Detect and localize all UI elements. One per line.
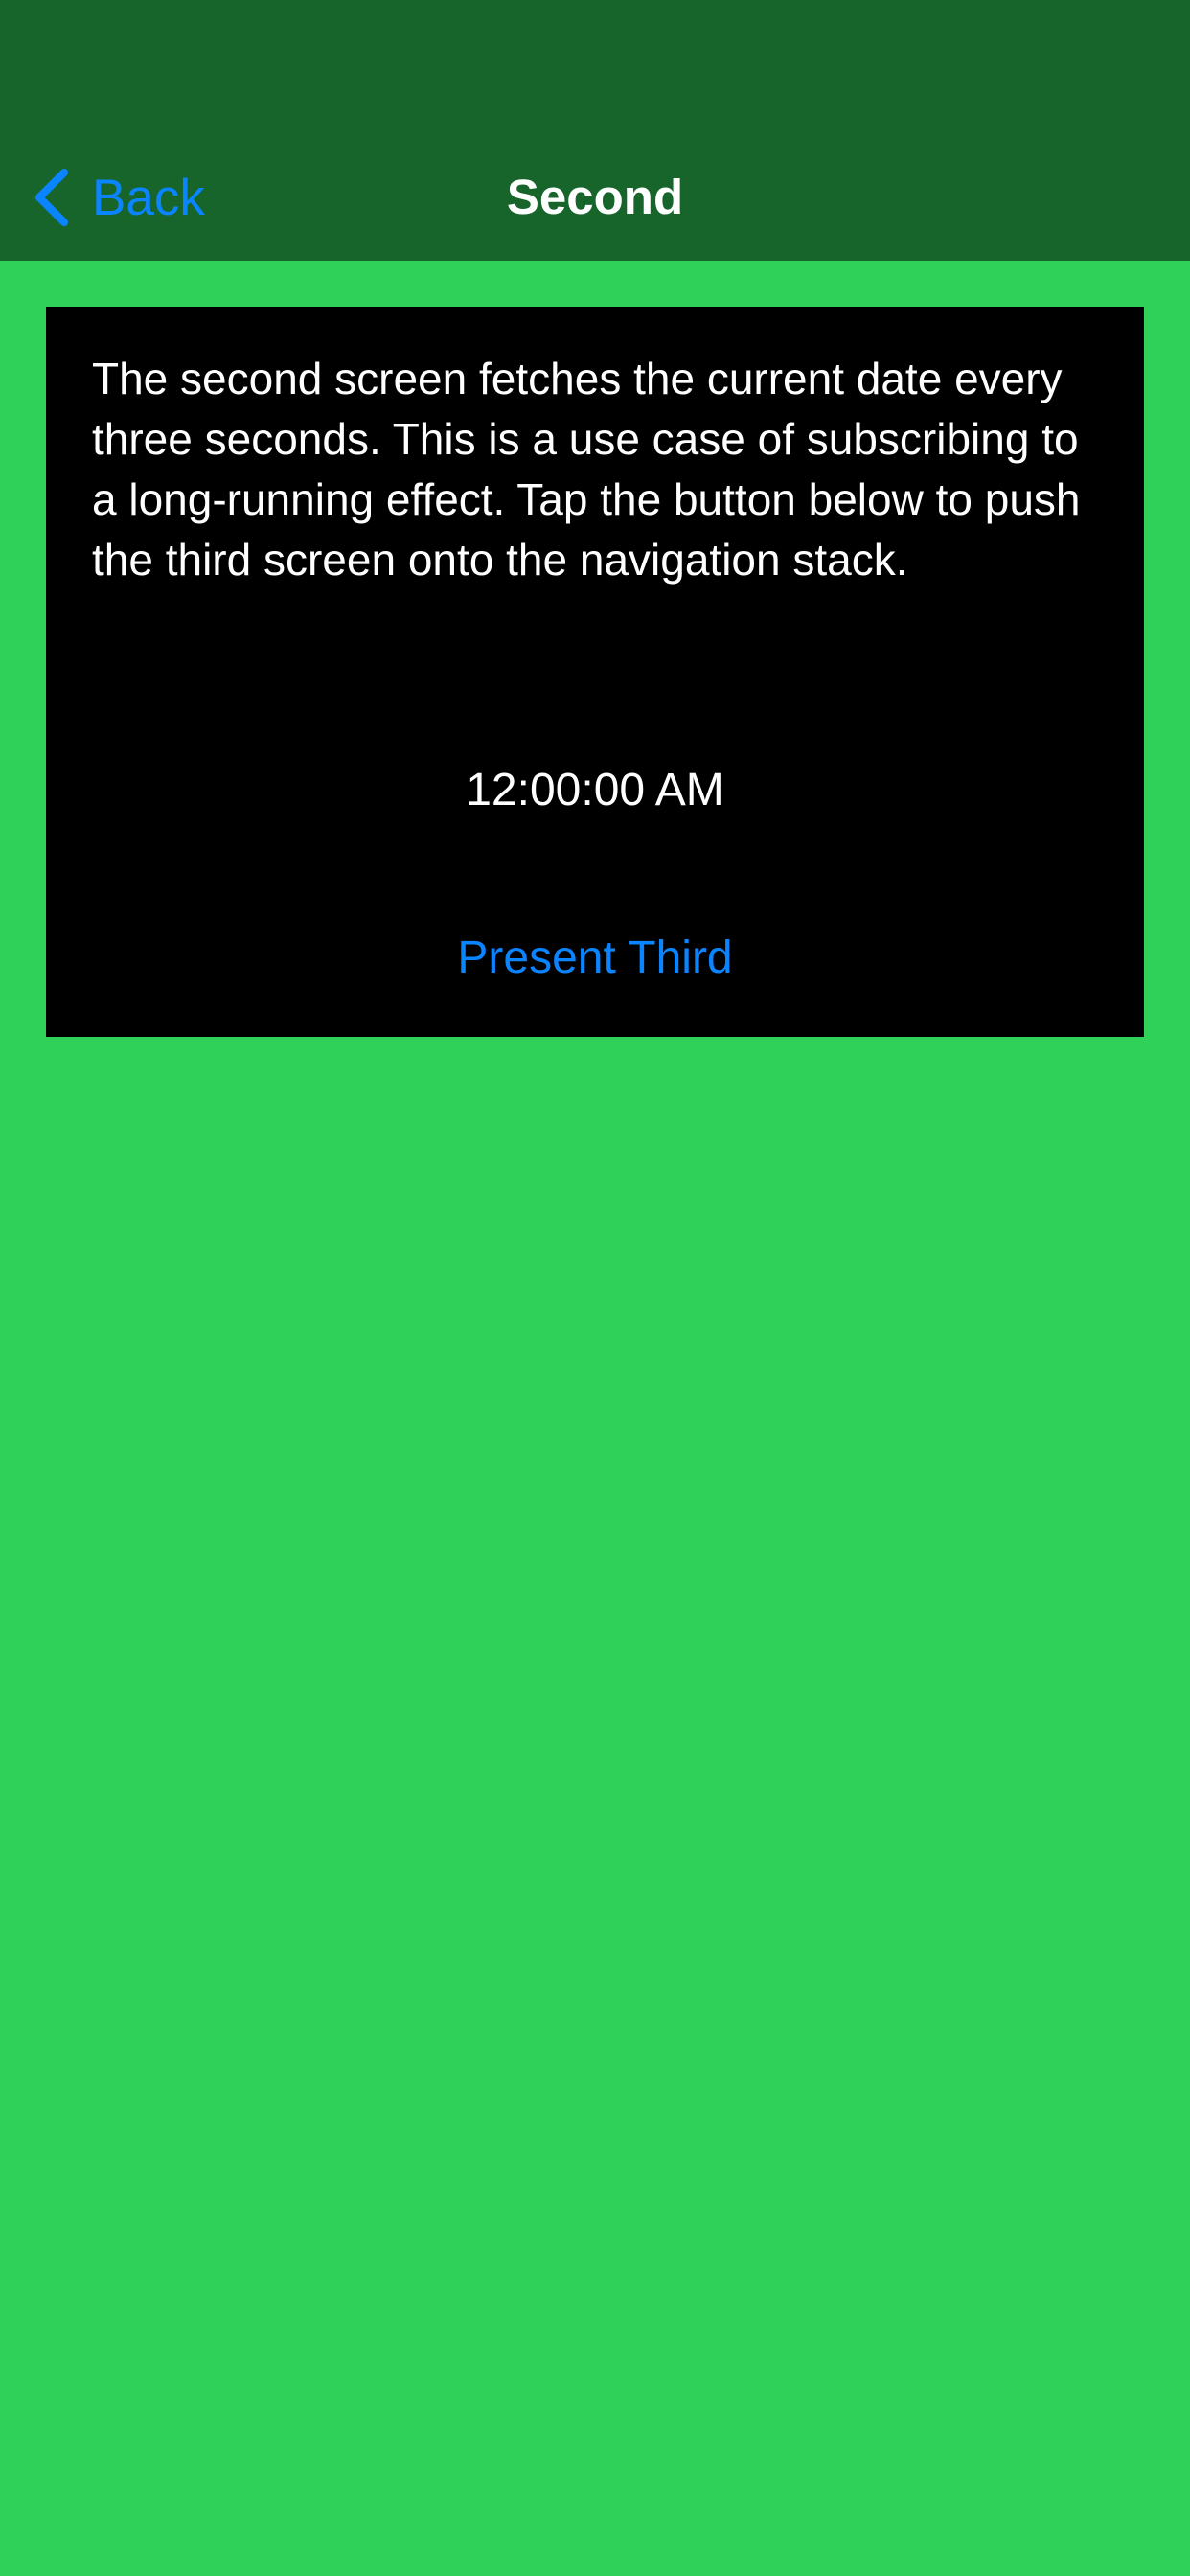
description-text: The second screen fetches the current da… <box>92 354 1081 585</box>
navigation-bar: Back Second <box>0 0 1190 261</box>
present-third-button[interactable]: Present Third <box>403 925 787 992</box>
page-title: Second <box>506 170 684 224</box>
current-time-label: 12:00:00 AM <box>466 765 724 816</box>
content-card: The second screen fetches the current da… <box>46 307 1144 1037</box>
